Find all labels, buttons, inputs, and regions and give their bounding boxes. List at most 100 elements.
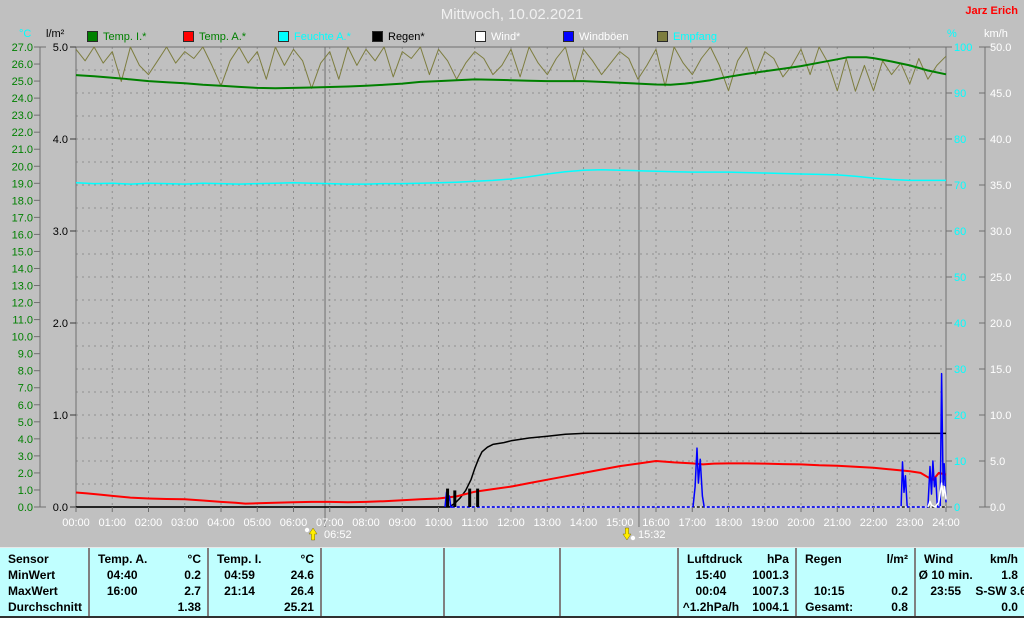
table-cell: l/m² (886, 552, 908, 566)
table-cell (625, 551, 677, 567)
tick-label: 15.0 (12, 246, 33, 258)
table-cell: Temp. A. (98, 552, 148, 566)
table-cell: S-SW 3.6 (975, 584, 1024, 598)
tick-label: 13.0 (12, 281, 33, 293)
tick-label: 03:00 (171, 517, 199, 529)
table-cell (90, 599, 154, 615)
tick-label: 4.0 (53, 134, 68, 146)
tick-label: 1.0 (53, 410, 68, 422)
tick-label: 2.0 (18, 468, 33, 480)
tick-label: 22.0 (12, 127, 33, 139)
legend-label: Windböen (579, 30, 629, 43)
table-cell: 21:14 (224, 584, 255, 598)
tick-label: 35.0 (990, 180, 1011, 192)
table-cell: 26.4 (290, 584, 314, 598)
table-cell (625, 567, 677, 583)
legend-swatch (563, 31, 574, 42)
axis-label-humidity: % (947, 28, 957, 40)
table-column-empty (559, 548, 677, 616)
table-cell (561, 551, 625, 567)
tick-label: 26.0 (12, 59, 33, 71)
table-cell (389, 551, 443, 567)
tick-label: 5.0 (18, 417, 33, 429)
axis-label-wind: km/h (984, 28, 1008, 40)
tick-label: 21:00 (823, 517, 851, 529)
tick-label: 5.0 (990, 456, 1005, 468)
page-title: Mittwoch, 10.02.2021 (440, 6, 584, 23)
table-cell (625, 599, 677, 615)
table-column-tempa: Temp. A. °C 04:40 0.2 16:00 2.7 1.38 (88, 548, 207, 616)
table-cell: 04:59 (224, 568, 255, 582)
station-name: Jarz Erich (965, 5, 1018, 17)
table-cell (797, 567, 861, 583)
table-cell (561, 583, 625, 599)
tick-label: 21.0 (12, 144, 33, 156)
table-row (445, 599, 559, 615)
table-column-empty (443, 548, 559, 616)
table-cell (445, 599, 508, 615)
tick-label: 17:00 (678, 517, 706, 529)
table-cell (561, 567, 625, 583)
legend-item-feuchtea: Feuchte A.* (278, 30, 351, 43)
table-row (322, 599, 443, 615)
tick-label: 11:00 (461, 517, 488, 529)
tick-label: 13:00 (533, 517, 561, 529)
tick-label: 4.0 (18, 434, 33, 446)
table-cell: 0.8 (891, 600, 908, 614)
legend-label: Temp. A.* (199, 30, 247, 43)
tick-label: 70 (954, 180, 966, 192)
tick-label: 25.0 (12, 76, 33, 88)
table-row (445, 567, 559, 583)
table-row (561, 567, 677, 583)
table-cell: 1.8 (1001, 568, 1018, 582)
table-cell (916, 599, 975, 615)
table-cell (209, 599, 270, 615)
table-row (561, 583, 677, 599)
sunrise-time: 06:52 (324, 529, 352, 541)
tick-label: 18:00 (715, 517, 743, 529)
table-row: Wind km/h (916, 551, 1024, 567)
legend-item-regen: Regen* (372, 30, 425, 43)
table-cell (322, 551, 389, 567)
tick-label: 90 (954, 88, 966, 100)
weather-app-window: 06:52 15:32 27.0 26.0 25.0 24.0 23.0 22.0 21.0 20… (0, 0, 1024, 618)
tick-label: 100 (954, 42, 972, 54)
table-row: Temp. I. °C (209, 551, 320, 567)
legend-label: Wind* (491, 30, 521, 43)
tick-label: 8.0 (18, 366, 33, 378)
table-row: Sensor (0, 551, 88, 567)
tick-label: 27.0 (12, 42, 33, 54)
table-cell: 2.7 (184, 584, 201, 598)
tick-label: 11.0 (12, 315, 33, 327)
tick-label: 00:00 (62, 517, 90, 529)
table-cell: Gesamt: (805, 600, 854, 614)
table-cell (389, 567, 443, 583)
table-cell (445, 583, 508, 599)
legend-label: Regen* (388, 30, 425, 43)
table-cell: Temp. I. (217, 552, 262, 566)
table-cell: °C (300, 552, 314, 566)
legend-item-empfang: Empfang (657, 30, 717, 43)
table-cell: 0.0 (1001, 600, 1018, 614)
table-row (322, 583, 443, 599)
tick-label: 15.0 (990, 364, 1011, 376)
tick-label: 6.0 (18, 400, 33, 412)
table-cell (389, 583, 443, 599)
tick-label: 20:00 (787, 517, 815, 529)
legend-label: Empfang (673, 30, 718, 43)
rain-bar (453, 490, 457, 507)
table-cell: 15:40 (695, 568, 727, 582)
table-row (797, 567, 914, 583)
table-row (322, 567, 443, 583)
table-column-wind: Wind km/h Ø 10 min. 1.8 23:55 S-SW 3.6 0.0 (914, 548, 1024, 616)
table-cell: Durchschnitt (8, 600, 83, 614)
table-cell: 0.2 (184, 568, 201, 582)
table-cell (508, 551, 559, 567)
tick-label: 22:00 (860, 517, 888, 529)
table-row: 25.21 (209, 599, 320, 615)
table-cell: Wind (924, 552, 954, 566)
legend-item-tempi: Temp. I.* (87, 30, 146, 43)
table-cell (322, 567, 389, 583)
tick-label: 1.0 (18, 485, 33, 497)
tick-label: 01:00 (98, 517, 126, 529)
